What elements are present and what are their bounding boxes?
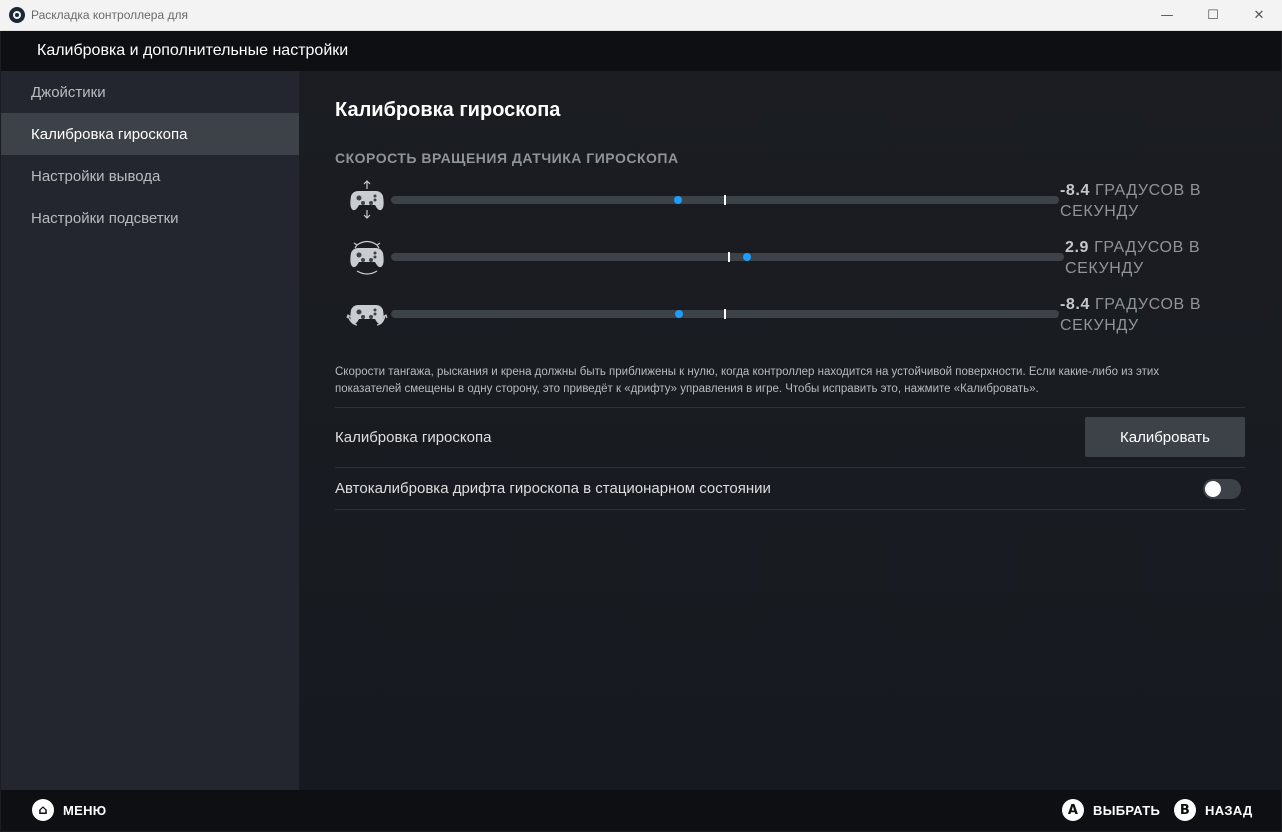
gyro-rate-bar bbox=[391, 195, 1059, 205]
calibrate-row: Калибровка гироскопа Калибровать bbox=[335, 407, 1245, 467]
gyro-rate-bar bbox=[391, 252, 1064, 262]
b-button-icon: B bbox=[1174, 799, 1196, 821]
gyro-rate-unit: ГРАДУСОВ В bbox=[1094, 239, 1201, 256]
gyro-rate-bar bbox=[391, 309, 1059, 319]
a-button-icon: A bbox=[1062, 799, 1084, 821]
calibrate-row-label: Калибровка гироскопа bbox=[335, 429, 492, 446]
gyro-rate-unit: СЕКУНДУ bbox=[1060, 317, 1139, 334]
gamepad-roll-icon bbox=[346, 305, 388, 326]
sidebar-item-gyro-calibration[interactable]: Калибровка гироскопа bbox=[1, 113, 299, 155]
sidebar-item-label: Джойстики bbox=[31, 83, 106, 101]
gamepad-yaw-icon bbox=[350, 240, 384, 275]
minimize-button[interactable]: — bbox=[1144, 0, 1190, 31]
gyro-rate-readout: 2.9 ГРАДУСОВ В СЕКУНДУ bbox=[1065, 237, 1200, 279]
gyro-rate-indicator bbox=[743, 253, 751, 261]
zero-marker bbox=[724, 309, 726, 319]
select-label: ВЫБРАТЬ bbox=[1093, 802, 1161, 818]
auto-calibration-toggle[interactable] bbox=[1203, 479, 1241, 499]
auto-calibration-row: Автокалибровка дрифта гироскопа в стацио… bbox=[335, 467, 1245, 509]
page-header: Калибровка и дополнительные настройки bbox=[1, 31, 1281, 71]
gyro-rate-unit: СЕКУНДУ bbox=[1065, 260, 1144, 277]
zero-marker bbox=[724, 195, 726, 205]
sidebar-item-joysticks[interactable]: Джойстики bbox=[1, 71, 299, 113]
gyro-rate-unit: ГРАДУСОВ В bbox=[1095, 296, 1202, 313]
sidebar-item-label: Настройки вывода bbox=[31, 167, 161, 185]
main-title: Калибровка гироскопа bbox=[335, 99, 561, 121]
back-button[interactable]: B НАЗАД bbox=[1174, 799, 1253, 821]
window-controls: — ☐ ✕ bbox=[1144, 0, 1282, 31]
steam-icon bbox=[9, 7, 25, 23]
main-panel: Калибровка гироскопа СКОРОСТЬ ВРАЩЕНИЯ Д… bbox=[299, 71, 1281, 790]
sidebar: Джойстики Калибровка гироскопа Настройки… bbox=[1, 71, 299, 790]
gyro-rate-unit: СЕКУНДУ bbox=[1060, 203, 1139, 220]
sidebar-item-lighting-settings[interactable]: Настройки подсветки bbox=[1, 197, 299, 239]
window-titlebar: Раскладка контроллера для — ☐ ✕ bbox=[0, 0, 1282, 31]
sidebar-item-label: Калибровка гироскопа bbox=[31, 125, 188, 143]
back-label: НАЗАД bbox=[1205, 802, 1253, 818]
divider bbox=[335, 509, 1245, 510]
toggle-knob bbox=[1205, 481, 1221, 497]
close-button[interactable]: ✕ bbox=[1236, 0, 1282, 31]
home-icon: ⌂ bbox=[32, 799, 54, 821]
gamepad-pitch-icon bbox=[350, 180, 384, 219]
sidebar-item-label: Настройки подсветки bbox=[31, 209, 179, 227]
gyro-rate-indicator bbox=[674, 196, 682, 204]
maximize-button[interactable]: ☐ bbox=[1190, 0, 1236, 31]
sidebar-item-output-settings[interactable]: Настройки вывода bbox=[1, 155, 299, 197]
gyro-rate-indicator bbox=[675, 310, 683, 318]
gyro-rate-readout: -8.4 ГРАДУСОВ В СЕКУНДУ bbox=[1060, 180, 1201, 222]
menu-button[interactable]: ⌂ МЕНЮ bbox=[32, 799, 107, 821]
page-header-title: Калибровка и дополнительные настройки bbox=[37, 42, 349, 59]
window-title: Раскладка контроллера для bbox=[31, 8, 188, 22]
zero-marker bbox=[728, 252, 730, 262]
calibrate-button[interactable]: Калибровать bbox=[1085, 417, 1245, 457]
section-label: СКОРОСТЬ ВРАЩЕНИЯ ДАТЧИКА ГИРОСКОПА bbox=[335, 150, 679, 166]
footer-bar: ⌂ МЕНЮ A ВЫБРАТЬ B НАЗАД bbox=[1, 790, 1281, 831]
calibration-description: Скорости тангажа, рыскания и крена должн… bbox=[335, 366, 1160, 395]
gyro-axis-row-roll: -8.4 ГРАДУСОВ В СЕКУНДУ bbox=[335, 294, 1245, 334]
gyro-rate-value: -8.4 bbox=[1060, 182, 1090, 199]
gyro-axis-row-yaw: 2.9 ГРАДУСОВ В СЕКУНДУ bbox=[335, 237, 1245, 277]
gyro-rate-value: 2.9 bbox=[1065, 239, 1090, 256]
gyro-rate-unit: ГРАДУСОВ В bbox=[1095, 182, 1202, 199]
menu-label: МЕНЮ bbox=[63, 802, 107, 818]
gyro-axis-row-pitch: -8.4 ГРАДУСОВ В СЕКУНДУ bbox=[335, 180, 1245, 220]
auto-calibration-label: Автокалибровка дрифта гироскопа в стацио… bbox=[335, 480, 771, 497]
gyro-rate-readout: -8.4 ГРАДУСОВ В СЕКУНДУ bbox=[1060, 294, 1201, 336]
gyro-rate-value: -8.4 bbox=[1060, 296, 1090, 313]
select-button[interactable]: A ВЫБРАТЬ bbox=[1062, 799, 1160, 821]
